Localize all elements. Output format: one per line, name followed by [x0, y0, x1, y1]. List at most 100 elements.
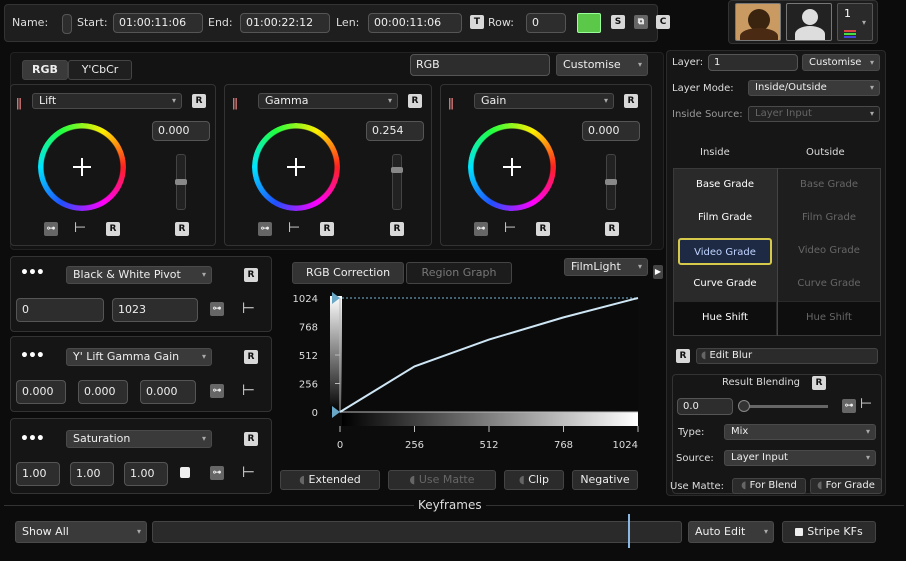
curve-icon[interactable]: ⊢ — [860, 396, 872, 412]
curve-icon[interactable]: ⊢ — [242, 299, 255, 317]
more-icon[interactable]: ••• — [20, 432, 45, 446]
outside-base-grade[interactable]: Base Grade — [778, 169, 880, 202]
auto-edit-dropdown[interactable]: Auto Edit ▾ — [688, 521, 774, 543]
for-blend-button[interactable]: ◖ For Blend — [732, 478, 806, 494]
key-icon[interactable]: ⊶ — [210, 384, 224, 398]
use-matte-button[interactable]: ◖ Use Matte — [388, 470, 496, 490]
curve-icon[interactable]: ⊢ — [74, 220, 86, 236]
inside-video-grade[interactable]: Video Grade — [678, 238, 772, 265]
tab-rgb[interactable]: RGB — [22, 60, 68, 80]
source-dropdown[interactable]: Layer Input ▾ — [724, 450, 876, 466]
extended-button[interactable]: ◖ Extended — [280, 470, 380, 490]
layer-number-selector[interactable]: 1 ▾ — [837, 3, 873, 41]
gamma-crosshair[interactable] — [287, 158, 305, 176]
more-icon[interactable]: ••• — [20, 266, 45, 280]
reset-icon[interactable]: R — [536, 222, 550, 236]
copy-icon[interactable]: ⧉ — [634, 15, 648, 29]
shot-thumbnail[interactable] — [735, 3, 781, 41]
reset-icon[interactable]: R — [106, 222, 120, 236]
reset-icon[interactable]: R — [192, 94, 206, 108]
sat-field-1[interactable]: 1.00 — [16, 462, 60, 486]
playhead[interactable] — [628, 514, 630, 548]
lift-slider[interactable] — [175, 154, 187, 210]
lock-icon[interactable] — [180, 467, 190, 478]
start-field[interactable]: 01:00:11:06 — [113, 13, 203, 33]
blur-icon[interactable]: R — [676, 349, 690, 363]
reset-icon[interactable]: R — [624, 94, 638, 108]
key-icon[interactable]: ⊶ — [210, 466, 224, 480]
reset-icon[interactable]: R — [812, 376, 826, 390]
inside-base-grade[interactable]: Base Grade — [674, 169, 776, 202]
key-icon[interactable]: ⊶ — [44, 222, 58, 236]
inside-film-grade[interactable]: Film Grade — [674, 202, 776, 235]
settings-icon[interactable]: S — [611, 15, 625, 29]
rgb-curve-graph[interactable]: 1024 768 512 256 0 0 256 512 768 1024 — [280, 286, 660, 466]
layer-mode-dropdown[interactable]: Inside/Outside ▾ — [748, 80, 880, 96]
layer-customise-dropdown[interactable]: Customise ▾ — [802, 54, 880, 71]
gamma-slider[interactable] — [391, 154, 403, 210]
outside-curve-grade[interactable]: Curve Grade — [778, 268, 880, 301]
color-space-field[interactable]: RGB — [410, 54, 550, 76]
gain-slider[interactable] — [605, 154, 617, 210]
layer-field[interactable]: 1 — [708, 54, 798, 71]
reset-icon[interactable]: R — [244, 432, 258, 446]
reset-icon[interactable]: R — [320, 222, 334, 236]
gamma-value[interactable]: 0.254 — [366, 121, 424, 141]
negative-button[interactable]: Negative — [572, 470, 638, 490]
inside-source-dropdown[interactable]: Layer Input ▾ — [748, 106, 880, 122]
clip-button[interactable]: ◖ Clip — [504, 470, 564, 490]
for-grade-button[interactable]: ◖ For Grade — [810, 478, 882, 494]
saturation-dropdown[interactable]: Saturation ▾ — [66, 430, 212, 448]
reset-icon[interactable]: R — [244, 350, 258, 364]
clear-icon[interactable]: C — [656, 15, 670, 29]
pivot-white-field[interactable]: 1023 — [112, 298, 198, 322]
curve-icon[interactable]: ⊢ — [504, 220, 516, 236]
lgg-gain-field[interactable]: 0.000 — [140, 380, 196, 404]
tab-rgb-correction[interactable]: RGB Correction — [292, 262, 404, 284]
curve-icon[interactable]: ⊢ — [242, 463, 255, 481]
inside-curve-grade[interactable]: Curve Grade — [674, 268, 776, 301]
gamma-dropdown[interactable]: Gamma ▾ — [258, 93, 398, 109]
end-field[interactable]: 01:00:22:12 — [240, 13, 330, 33]
key-icon[interactable]: ⊶ — [474, 222, 488, 236]
outside-film-grade[interactable]: Film Grade — [778, 202, 880, 235]
lgg-gamma-field[interactable]: 0.000 — [78, 380, 128, 404]
row-field[interactable]: 0 — [526, 13, 566, 33]
show-all-dropdown[interactable]: Show All ▾ — [15, 521, 147, 543]
tab-region-graph[interactable]: Region Graph — [406, 262, 512, 284]
pivot-dropdown[interactable]: Black & White Pivot ▾ — [66, 266, 212, 284]
key-icon[interactable]: ⊶ — [210, 302, 224, 316]
reset-icon[interactable]: R — [244, 268, 258, 282]
keyframes-timeline[interactable] — [152, 521, 682, 543]
outside-video-grade[interactable]: Video Grade — [778, 235, 880, 268]
reset-icon[interactable]: R — [175, 222, 189, 236]
user-avatar[interactable] — [786, 3, 832, 41]
blend-value-field[interactable]: 0.0 — [677, 398, 733, 415]
blend-slider-handle[interactable] — [738, 400, 750, 412]
sat-field-3[interactable]: 1.00 — [124, 462, 168, 486]
len-field[interactable]: 00:00:11:06 — [368, 13, 462, 33]
time-icon[interactable]: T — [470, 15, 484, 29]
tab-ycbcr[interactable]: Y'CbCr — [68, 60, 132, 80]
gain-dropdown[interactable]: Gain ▾ — [474, 93, 614, 109]
lgg-lift-field[interactable]: 0.000 — [16, 380, 66, 404]
lift-dropdown[interactable]: Lift ▾ — [32, 93, 182, 109]
type-dropdown[interactable]: Mix ▾ — [724, 424, 876, 440]
stripe-kfs-button[interactable]: Stripe KFs — [782, 521, 876, 543]
lift-crosshair[interactable] — [73, 158, 91, 176]
reset-icon[interactable]: R — [390, 222, 404, 236]
key-icon[interactable]: ⊶ — [258, 222, 272, 236]
layer-color-swatch[interactable] — [577, 13, 601, 33]
lift-value[interactable]: 0.000 — [152, 121, 210, 141]
expand-arrow-icon[interactable]: ▶ — [653, 265, 663, 279]
curve-icon[interactable]: ⊢ — [242, 381, 255, 399]
curve-icon[interactable]: ⊢ — [288, 220, 300, 236]
gain-crosshair[interactable] — [503, 158, 521, 176]
gain-value[interactable]: 0.000 — [582, 121, 640, 141]
filmlight-dropdown[interactable]: FilmLight ▾ — [564, 258, 648, 276]
name-field[interactable] — [62, 14, 72, 34]
outside-hue-shift[interactable]: Hue Shift — [778, 302, 880, 335]
blend-slider[interactable] — [740, 405, 828, 408]
customise-dropdown[interactable]: Customise ▾ — [556, 54, 648, 76]
more-icon[interactable]: ••• — [20, 349, 45, 363]
